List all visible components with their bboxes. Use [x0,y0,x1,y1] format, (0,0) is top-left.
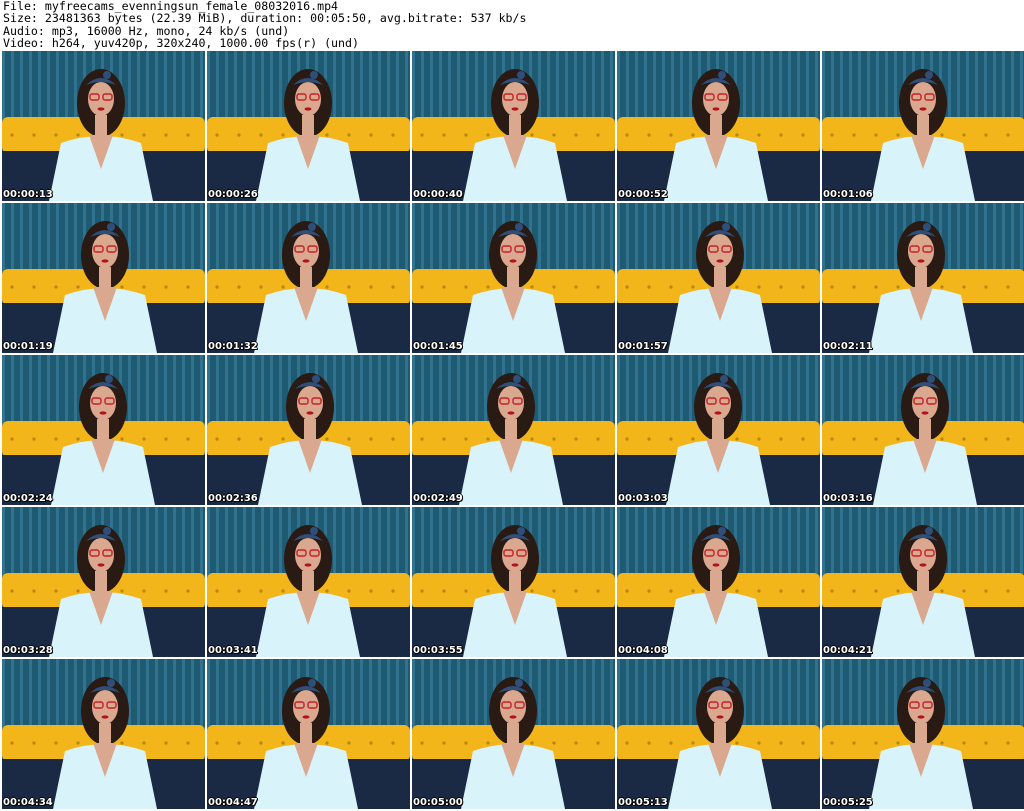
contact-sheet: File: myfreecams_evenningsun_female_0803… [0,0,1024,811]
video-frame-thumbnail: 00:03:41 [207,507,410,657]
frame-scene [412,659,615,809]
frame-timestamp: 00:02:49 [413,493,463,504]
frame-timestamp: 00:02:36 [208,493,258,504]
video-frame-thumbnail: 00:02:36 [207,355,410,505]
frame-scene [412,355,615,505]
video-frame-thumbnail: 00:04:34 [2,659,205,809]
frame-timestamp: 00:03:55 [413,645,463,656]
thumbnail-grid: 00:00:13 00:00:26 00:00:40 00:00:52 00:01:06… [0,51,1024,811]
frame-timestamp: 00:00:52 [618,189,668,200]
frame-scene [207,659,410,809]
frame-timestamp: 00:03:16 [823,493,873,504]
frame-scene [207,507,410,657]
video-frame-thumbnail: 00:04:47 [207,659,410,809]
video-frame-thumbnail: 00:04:08 [617,507,820,657]
video-frame-thumbnail: 00:01:32 [207,203,410,353]
frame-timestamp: 00:04:08 [618,645,668,656]
frame-scene [2,203,205,353]
video-frame-thumbnail: 00:01:45 [412,203,615,353]
frame-timestamp: 00:02:24 [3,493,53,504]
frame-scene [207,355,410,505]
frame-scene [617,659,820,809]
frame-timestamp: 00:00:13 [3,189,53,200]
frame-timestamp: 00:00:26 [208,189,258,200]
video-frame-thumbnail: 00:01:57 [617,203,820,353]
video-frame-thumbnail: 00:00:13 [2,51,205,201]
frame-scene [822,507,1024,657]
video-frame-thumbnail: 00:01:19 [2,203,205,353]
frame-timestamp: 00:01:45 [413,341,463,352]
frame-scene [2,507,205,657]
frame-scene [207,51,410,201]
file-info-header: File: myfreecams_evenningsun_female_0803… [0,0,1024,51]
video-frame-thumbnail: 00:03:28 [2,507,205,657]
video-frame-thumbnail: 00:00:40 [412,51,615,201]
video-frame-thumbnail: 00:00:52 [617,51,820,201]
video-frame-thumbnail: 00:03:03 [617,355,820,505]
file-size-line: Size: 23481363 bytes (22.39 MiB), durati… [3,11,527,26]
frame-scene [2,659,205,809]
frame-scene [822,203,1024,353]
video-frame-thumbnail: 00:01:06 [822,51,1024,201]
video-frame-thumbnail: 00:04:21 [822,507,1024,657]
frame-scene [412,203,615,353]
video-frame-thumbnail: 00:03:16 [822,355,1024,505]
video-frame-thumbnail: 00:02:24 [2,355,205,505]
frame-scene [617,507,820,657]
frame-timestamp: 00:03:28 [3,645,53,656]
frame-timestamp: 00:00:40 [413,189,463,200]
video-info-line: Video: h264, yuv420p, 320x240, 1000.00 f… [3,35,359,50]
frame-scene [412,507,615,657]
frame-scene [412,51,615,201]
frame-timestamp: 00:04:21 [823,645,873,656]
frame-timestamp: 00:01:19 [3,341,53,352]
frame-scene [2,355,205,505]
frame-timestamp: 00:01:06 [823,189,873,200]
frame-scene [617,355,820,505]
video-frame-thumbnail: 00:02:11 [822,203,1024,353]
frame-timestamp: 00:05:25 [823,797,873,808]
frame-scene [822,51,1024,201]
video-frame-thumbnail: 00:02:49 [412,355,615,505]
video-frame-thumbnail: 00:05:00 [412,659,615,809]
frame-scene [617,203,820,353]
video-frame-thumbnail: 00:03:55 [412,507,615,657]
frame-timestamp: 00:01:57 [618,341,668,352]
frame-timestamp: 00:03:41 [208,645,258,656]
frame-timestamp: 00:03:03 [618,493,668,504]
video-frame-thumbnail: 00:05:13 [617,659,820,809]
frame-scene [617,51,820,201]
frame-scene [207,203,410,353]
frame-timestamp: 00:01:32 [208,341,258,352]
frame-timestamp: 00:04:47 [208,797,258,808]
frame-scene [2,51,205,201]
frame-scene [822,659,1024,809]
frame-scene [822,355,1024,505]
frame-timestamp: 00:02:11 [823,341,873,352]
frame-timestamp: 00:05:00 [413,797,463,808]
frame-timestamp: 00:04:34 [3,797,53,808]
video-frame-thumbnail: 00:05:25 [822,659,1024,809]
video-frame-thumbnail: 00:00:26 [207,51,410,201]
frame-timestamp: 00:05:13 [618,797,668,808]
